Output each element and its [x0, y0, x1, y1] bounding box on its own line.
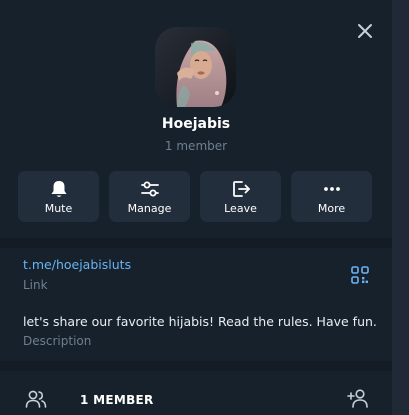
link-caption: Link	[23, 278, 48, 292]
leave-label: Leave	[224, 202, 257, 215]
group-avatar[interactable]	[155, 27, 236, 107]
section-divider	[0, 238, 392, 248]
mute-label: Mute	[44, 202, 73, 215]
manage-label: Manage	[127, 202, 172, 215]
group-name: Hoejabis	[161, 116, 231, 132]
description-caption: Description	[23, 334, 92, 348]
bell-icon	[51, 181, 66, 197]
add-member-button[interactable]	[346, 387, 372, 409]
leave-icon	[232, 181, 250, 197]
members-count-title: 1 MEMBER	[80, 393, 154, 407]
group-description: let's share our favorite hijabis! Read t…	[23, 314, 377, 329]
more-icon	[323, 187, 340, 191]
close-button[interactable]	[354, 20, 376, 42]
leave-button[interactable]: Leave	[200, 171, 281, 222]
window-edge	[392, 0, 409, 415]
invite-link[interactable]: t.me/hoejabisluts	[23, 257, 131, 272]
members-icon	[25, 390, 47, 408]
manage-button[interactable]: Manage	[109, 171, 190, 222]
add-user-icon	[347, 389, 368, 408]
qr-code-button[interactable]	[351, 266, 369, 284]
member-count: 1 member	[164, 139, 228, 153]
mute-button[interactable]: Mute	[18, 171, 99, 222]
sliders-icon	[140, 181, 159, 197]
group-info-panel: Hoejabis 1 member Mute Manage Leave More…	[0, 0, 392, 415]
members-header: 1 MEMBER	[0, 377, 392, 415]
qr-code-icon	[351, 266, 369, 284]
section-divider	[0, 361, 392, 371]
avatar-photo	[155, 27, 236, 107]
close-icon	[358, 24, 372, 38]
more-button[interactable]: More	[291, 171, 372, 222]
more-label: More	[317, 202, 346, 215]
